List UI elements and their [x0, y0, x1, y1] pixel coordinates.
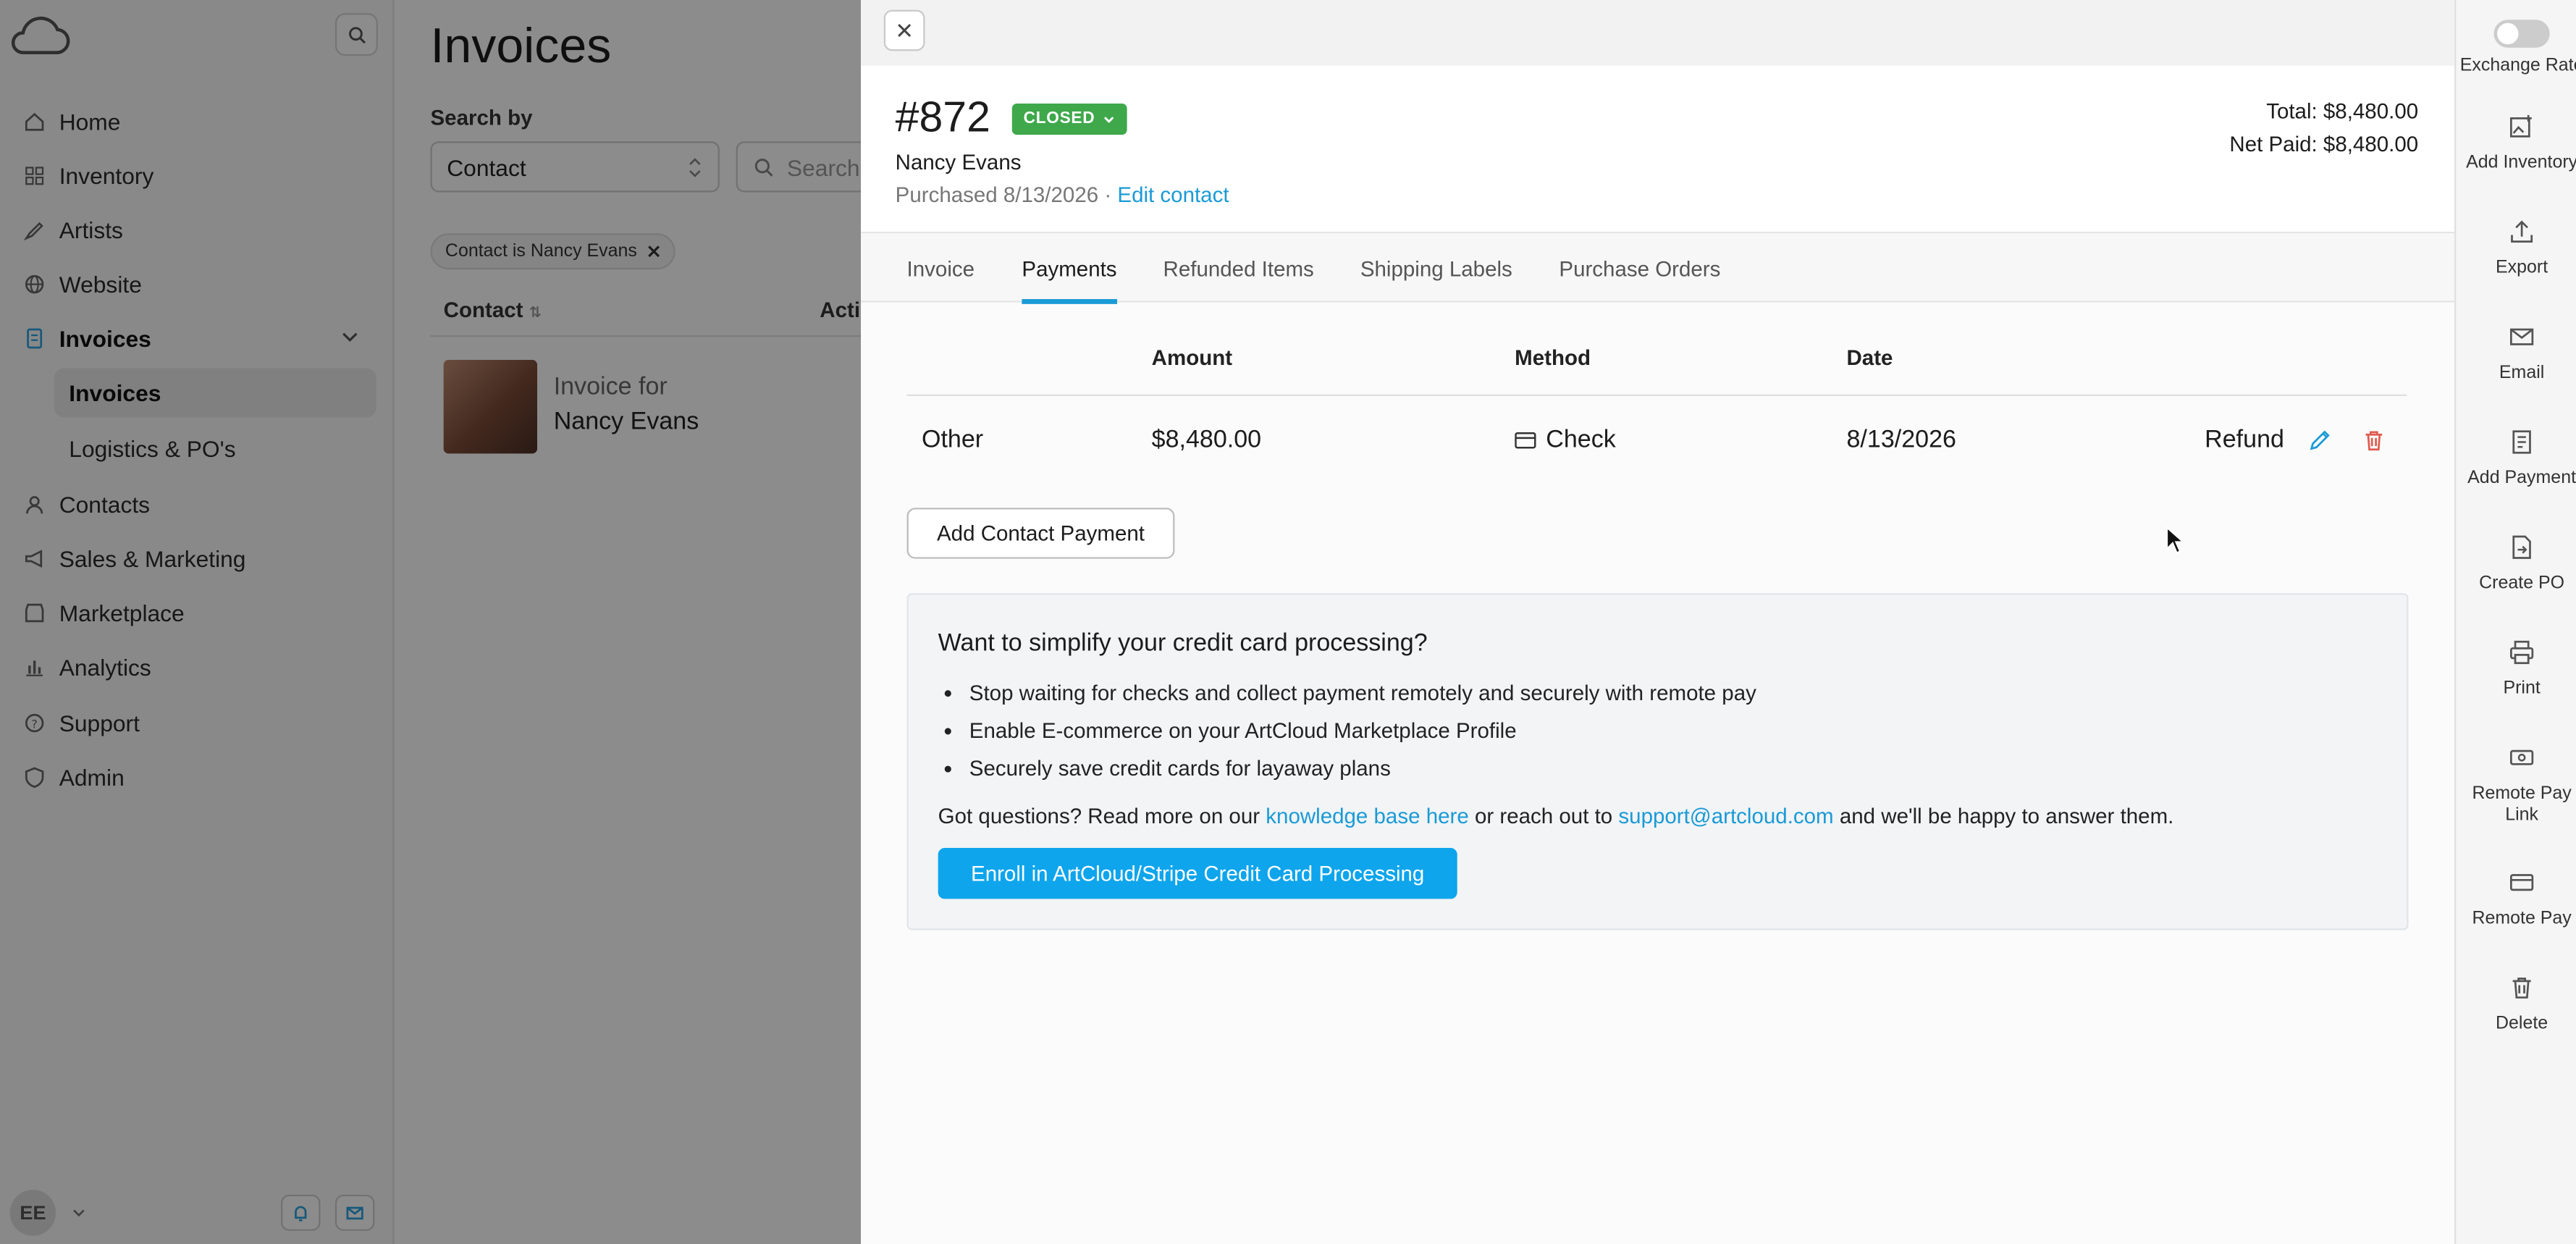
contact-name: Nancy Evans: [895, 149, 1022, 175]
rail-label: Remote Pay Link: [2472, 783, 2572, 825]
credit-card-icon: [2510, 874, 2534, 891]
purchase-info: Purchased 8/13/2026 · Edit contact: [896, 182, 1229, 207]
rail-label: Add Inventory: [2466, 153, 2576, 173]
print-button[interactable]: Print: [2456, 639, 2576, 700]
close-button[interactable]: [883, 9, 925, 51]
payment-type: Other: [921, 425, 984, 454]
file-arrow-icon: [2512, 535, 2531, 559]
trash-icon[interactable]: [2362, 429, 2386, 452]
promo-bullets: Stop waiting for checks and collect paym…: [969, 678, 1756, 792]
column-header-date: Date: [1846, 345, 1893, 370]
rail-label: Email: [2499, 363, 2545, 383]
tab-invoice[interactable]: Invoice: [907, 233, 975, 302]
tab-purchase-orders[interactable]: Purchase Orders: [1559, 233, 1720, 302]
tab-payments[interactable]: Payments: [1022, 233, 1117, 304]
close-icon: [898, 23, 912, 37]
edit-contact-link[interactable]: Edit contact: [1117, 182, 1229, 207]
column-header-amount: Amount: [1151, 345, 1233, 370]
status-badge[interactable]: CLOSED: [1011, 103, 1128, 135]
action-rail: Exchange Rate Add Inventory Export Email…: [2454, 0, 2576, 1244]
exchange-rate-label: Exchange Rate: [2456, 56, 2576, 77]
promo-q-mid: or reach out to: [1474, 803, 1613, 828]
promo-bullet: Enable E-commerce on your ArtCloud Marke…: [969, 716, 1756, 754]
edit-pencil-icon[interactable]: [2308, 429, 2331, 452]
printer-icon: [2510, 640, 2534, 665]
knowledge-base-link[interactable]: knowledge base here: [1266, 804, 1468, 828]
rail-label: Create PO: [2479, 573, 2565, 594]
rail-label: Remote Pay: [2472, 909, 2572, 929]
remote-pay-button[interactable]: Remote Pay: [2456, 870, 2576, 930]
invoice-header: #872 CLOSED Nancy Evans Purchased 8/13/2…: [861, 65, 2455, 234]
payment-method-label: Check: [1546, 425, 1616, 454]
payment-method: Check: [1515, 425, 1616, 454]
promo-bullet: Securely save credit cards for layaway p…: [969, 755, 1756, 792]
add-contact-payment-button[interactable]: Add Contact Payment: [906, 508, 1175, 559]
promo-q-prefix: Got questions? Read more on our: [938, 803, 1260, 828]
add-payment-button[interactable]: Add Payment: [2456, 429, 2576, 489]
total-amount: Total: $8,480.00: [2266, 98, 2419, 124]
chevron-down-icon: [1105, 116, 1115, 122]
image-plus-icon: [2510, 114, 2532, 138]
modal-topbar: [861, 0, 2455, 66]
refund-button[interactable]: Refund: [2205, 426, 2284, 454]
rail-label: Exchange Rate: [2459, 56, 2576, 76]
promo-bullet: Stop waiting for checks and collect paym…: [969, 678, 1756, 716]
status-label: CLOSED: [1023, 110, 1095, 129]
enroll-button[interactable]: Enroll in ArtCloud/Stripe Credit Card Pr…: [938, 848, 1457, 899]
mail-icon: [2510, 328, 2534, 345]
credit-card-icon: [1515, 431, 1536, 448]
trash-icon: [2512, 978, 2531, 999]
invoice-tabs: Invoice Payments Refunded Items Shipping…: [861, 233, 2455, 304]
tab-refunded-items[interactable]: Refunded Items: [1163, 233, 1314, 302]
remote-pay-link-button[interactable]: Remote Pay Link: [2456, 744, 2576, 826]
invoice-modal: #872 CLOSED Nancy Evans Purchased 8/13/2…: [861, 0, 2455, 1244]
email-button[interactable]: Email: [2456, 324, 2576, 384]
add-inventory-button[interactable]: Add Inventory: [2456, 114, 2576, 175]
export-button[interactable]: Export: [2456, 219, 2576, 280]
credit-card-promo: Want to simplify your credit card proces…: [906, 593, 2409, 930]
tab-shipping-labels[interactable]: Shipping Labels: [1360, 233, 1512, 302]
mouse-cursor-icon: [2165, 526, 2185, 555]
payment-amount: $8,480.00: [1151, 425, 1262, 454]
rail-label: Add Payment: [2467, 468, 2576, 489]
net-paid-amount: Net Paid: $8,480.00: [2229, 131, 2419, 156]
support-email-link[interactable]: support@artcloud.com: [1618, 804, 1833, 828]
table-header-divider: [906, 394, 2407, 396]
create-po-button[interactable]: Create PO: [2456, 534, 2576, 595]
promo-title: Want to simplify your credit card proces…: [938, 629, 1428, 657]
column-header-method: Method: [1515, 345, 1591, 370]
banknote-icon: [2510, 749, 2534, 765]
rail-label: Delete: [2496, 1014, 2548, 1034]
payment-date: 8/13/2026: [1846, 425, 1956, 454]
rail-label: Print: [2503, 678, 2541, 699]
upload-icon: [2511, 220, 2533, 243]
promo-questions: Got questions? Read more on our knowledg…: [938, 804, 2174, 828]
promo-q-suffix: and we'll be happy to answer them.: [1839, 803, 2174, 828]
exchange-rate-toggle[interactable]: [2493, 20, 2550, 48]
invoice-number: #872: [895, 92, 990, 142]
invoice-totals: Total: $8,480.00 Net Paid: $8,480.00: [2229, 96, 2418, 161]
delete-button[interactable]: Delete: [2456, 975, 2576, 1035]
rail-label: Export: [2496, 258, 2548, 278]
receipt-icon: [2512, 430, 2531, 454]
purchase-date: Purchased 8/13/2026 ·: [895, 182, 1112, 207]
